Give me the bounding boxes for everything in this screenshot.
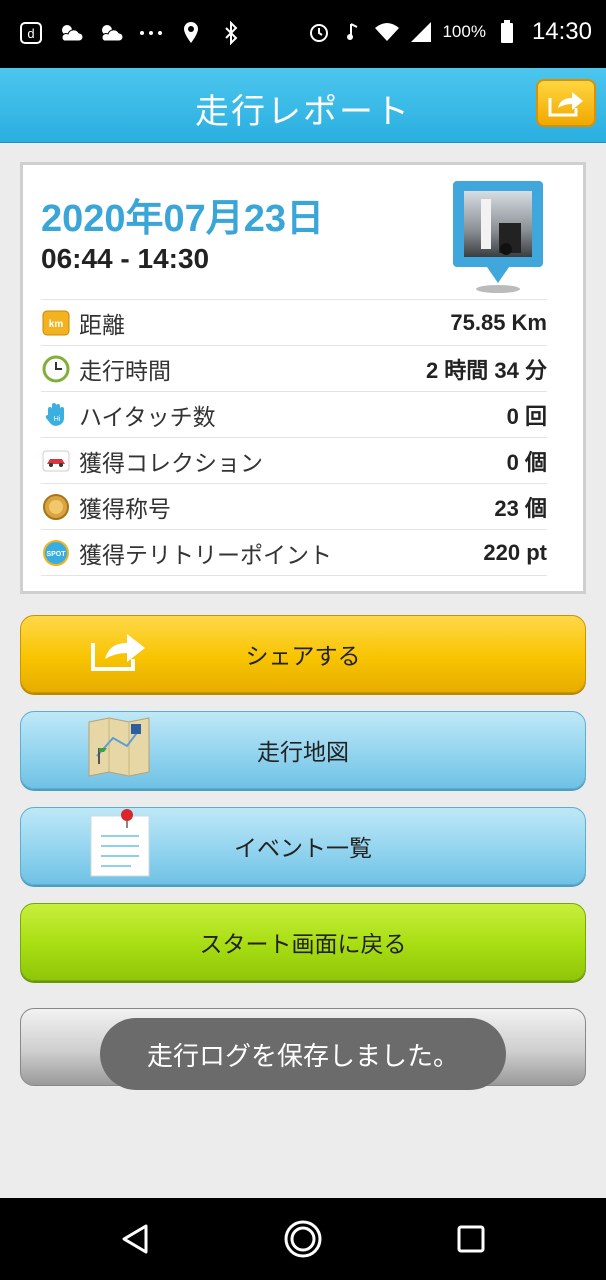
event-list-button[interactable]: イベント一覧 xyxy=(20,807,586,885)
stat-label: 獲得テリトリーポイント xyxy=(79,542,332,569)
location-icon xyxy=(178,20,204,46)
stat-row-ride-time: 走行時間 2 時間 34 分 xyxy=(41,345,547,391)
signal-icon xyxy=(408,19,434,45)
status-bar: d 100% 14:30 xyxy=(0,0,606,68)
home-circle-icon xyxy=(284,1220,322,1258)
svg-text:km: km xyxy=(49,319,64,330)
more-icon xyxy=(138,20,164,46)
battery-icon xyxy=(494,19,520,45)
stat-value: 23 個 xyxy=(494,495,547,521)
stat-row-territory: SPOT 獲得テリトリーポイント 220 pt xyxy=(41,529,547,576)
back-to-start-label: スタート画面に戻る xyxy=(199,932,407,958)
music-icon xyxy=(340,19,366,45)
photo-pin[interactable] xyxy=(451,179,545,295)
back-triangle-icon xyxy=(122,1224,148,1254)
battery-percent: 100% xyxy=(442,22,486,41)
share-icon xyxy=(548,92,583,117)
stat-label: 獲得称号 xyxy=(79,496,171,523)
high-five-icon: Hi xyxy=(41,400,71,430)
svg-text:d: d xyxy=(27,26,34,41)
app-header: 走行レポート xyxy=(0,68,606,143)
page-title: 走行レポート xyxy=(195,92,411,132)
stat-value: 220 pt xyxy=(483,539,547,565)
report-time-range: 06:44 - 14:30 xyxy=(41,243,210,274)
event-list-label: イベント一覧 xyxy=(234,836,372,862)
stat-label: 獲得コレクション xyxy=(79,450,263,477)
report-card: 2020年07月23日 06:44 - 14:30 km 距離 75.85 Km… xyxy=(20,162,586,594)
toast-message: 走行ログを保存しました。 xyxy=(100,1018,506,1090)
home-nav-button[interactable] xyxy=(282,1218,324,1260)
bluetooth-icon xyxy=(218,20,244,46)
km-icon: km xyxy=(41,308,71,338)
stat-row-distance: km 距離 75.85 Km xyxy=(41,299,547,345)
stat-label: 走行時間 xyxy=(79,358,171,385)
back-to-start-button[interactable]: スタート画面に戻る xyxy=(20,903,586,981)
svg-text:SPOT: SPOT xyxy=(46,551,66,558)
medal-icon xyxy=(41,492,71,522)
share-button-top[interactable] xyxy=(536,79,596,127)
stat-row-collection: 獲得コレクション 0 個 xyxy=(41,437,547,483)
stat-value: 2 時間 34 分 xyxy=(425,357,547,383)
stats-list: km 距離 75.85 Km 走行時間 2 時間 34 分 Hi ハイタッチ数 … xyxy=(41,299,547,576)
alarm-icon xyxy=(306,19,332,45)
memo-pin-icon xyxy=(87,808,151,884)
wifi-icon xyxy=(374,19,400,45)
cloud-sun-icon xyxy=(58,20,84,46)
map-icon xyxy=(87,716,151,784)
share-button-label: シェアする xyxy=(245,644,361,670)
docomo-icon: d xyxy=(18,20,44,46)
car-icon xyxy=(41,446,71,476)
stat-label: 距離 xyxy=(79,312,125,339)
back-nav-button[interactable] xyxy=(114,1218,156,1260)
clock-time: 14:30 xyxy=(531,18,592,45)
recents-nav-button[interactable] xyxy=(450,1218,492,1260)
stat-row-titles: 獲得称号 23 個 xyxy=(41,483,547,529)
stat-row-high-five: Hi ハイタッチ数 0 回 xyxy=(41,391,547,437)
spot-icon: SPOT xyxy=(41,538,71,568)
stat-value: 0 回 xyxy=(506,403,547,429)
svg-text:Hi: Hi xyxy=(54,416,61,423)
recents-square-icon xyxy=(457,1225,485,1253)
stat-value: 0 個 xyxy=(506,449,547,475)
share-button[interactable]: シェアする xyxy=(20,615,586,693)
navigation-bar xyxy=(0,1198,606,1280)
cloud-sun-icon xyxy=(98,20,124,46)
clock-icon xyxy=(41,354,71,384)
stat-value: 75.85 Km xyxy=(450,309,547,335)
report-date: 2020年07月23日 xyxy=(41,198,325,240)
ride-map-label: 走行地図 xyxy=(257,740,349,766)
share-icon xyxy=(87,629,151,679)
ride-map-button[interactable]: 走行地図 xyxy=(20,711,586,789)
stat-label: ハイタッチ数 xyxy=(79,404,216,431)
